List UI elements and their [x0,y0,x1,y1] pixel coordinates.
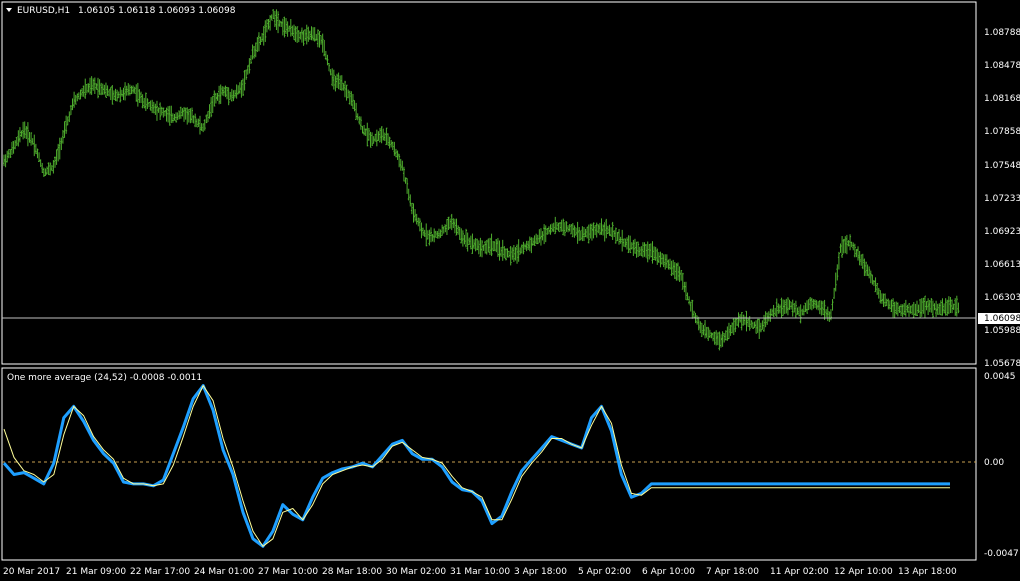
price-tick: 1.07233 [984,194,1020,204]
time-tick: 11 Apr 02:00 [770,567,829,577]
price-tick: 1.05988 [984,326,1020,336]
price-tick: 1.07548 [984,161,1020,171]
price-bars [3,9,960,351]
time-tick: 21 Mar 09:00 [66,567,126,577]
time-axis: 20 Mar 2017 21 Mar 09:00 22 Mar 17:00 24… [3,567,957,577]
time-tick: 20 Mar 2017 [3,567,60,577]
time-tick: 5 Apr 02:00 [578,567,631,577]
price-tick: 1.07858 [984,127,1020,137]
time-tick: 31 Mar 10:00 [450,567,510,577]
time-tick: 22 Mar 17:00 [130,567,190,577]
price-tick: 1.08168 [984,94,1020,104]
price-tick: 1.06923 [984,227,1020,237]
time-tick: 13 Apr 18:00 [898,567,957,577]
symbol-dropdown-icon[interactable] [6,8,12,12]
time-tick: 27 Mar 10:00 [258,567,318,577]
price-tick: 1.08478 [984,61,1020,71]
time-tick: 7 Apr 18:00 [706,567,759,577]
time-tick: 30 Mar 02:00 [386,567,446,577]
indicator-lines [2,384,950,548]
trading-chart[interactable]: EURUSD,H1 1.06105 1.06118 1.06093 1.0609… [0,0,1020,581]
ohlc-values: 1.06105 1.06118 1.06093 1.06098 [78,6,236,16]
time-tick: 24 Mar 01:00 [194,567,254,577]
indicator-window-frame [1,367,977,561]
price-tick: 1.06613 [984,260,1020,270]
time-tick: 28 Mar 18:00 [322,567,382,577]
indicator-tick: 0.0045 [984,372,1016,382]
indicator-fast-line [2,384,950,548]
symbol-label: EURUSD,H1 [17,6,70,16]
indicator-slow-line [3,385,950,547]
indicator-tick: -0.0047 [984,549,1019,559]
price-tick: 1.06303 [984,293,1020,303]
time-tick: 6 Apr 10:00 [642,567,695,577]
indicator-tick: 0.00 [984,458,1004,468]
indicator-label: One more average (24,52) -0.0008 -0.0011 [7,373,202,383]
time-tick: 12 Apr 10:00 [834,567,893,577]
main-window-frame [1,1,977,365]
current-price-label: 1.06098 [984,314,1020,324]
price-tick: 1.05678 [984,359,1020,369]
time-tick: 3 Apr 18:00 [514,567,567,577]
price-tick: 1.08788 [984,28,1020,38]
